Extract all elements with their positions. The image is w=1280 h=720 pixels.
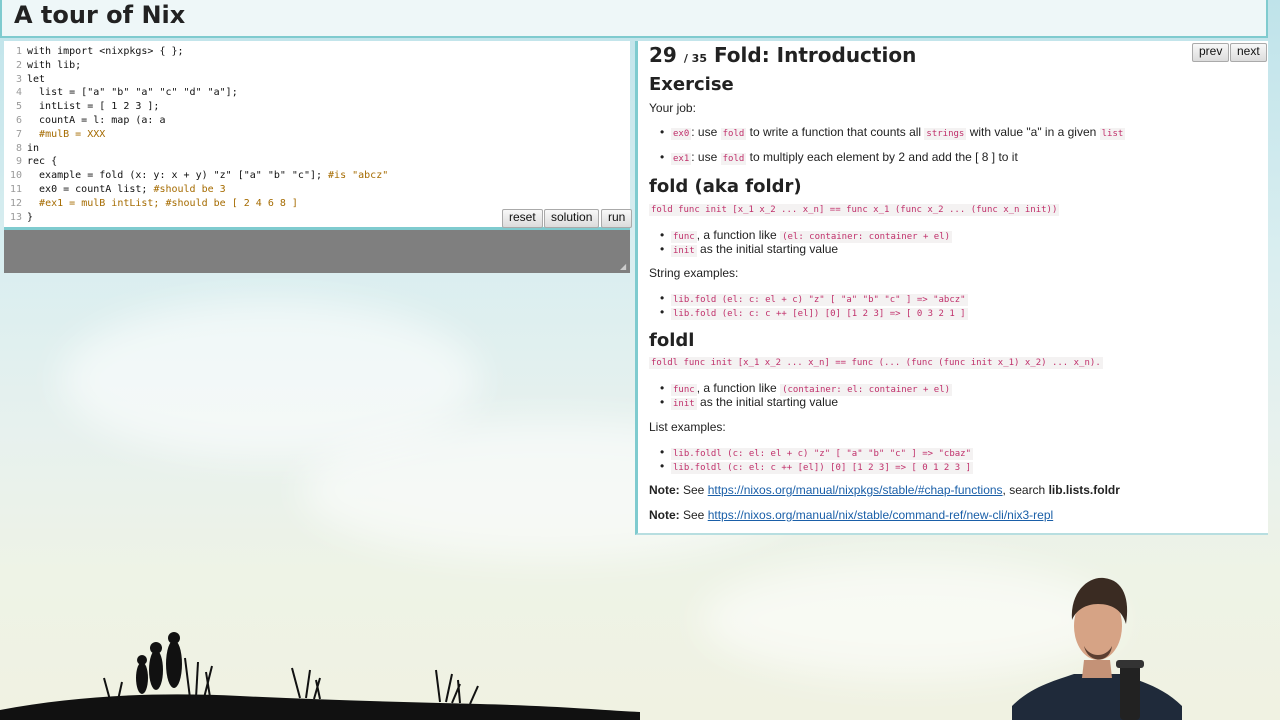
list-example-1: lib.foldl (c: el: el + c) "z" [ "a" "b" … <box>660 445 974 460</box>
string-example-2: lib.fold (el: c: c ++ [el]) [0] [1 2 3] … <box>660 305 968 320</box>
exercise-heading: Exercise <box>649 74 734 95</box>
code-text: with import <nixpkgs> { }; <box>27 46 184 57</box>
code-line[interactable]: 6 countA = l: map (a: a <box>4 114 166 128</box>
string-examples-label: String examples: <box>649 266 739 280</box>
resize-grip-icon[interactable]: ◢ <box>620 263 628 271</box>
code-text: in <box>27 142 40 154</box>
code-line[interactable]: 9 rec { <box>4 155 57 169</box>
code-text: #mulB = XXX <box>39 128 106 140</box>
code-line[interactable]: 10 example = fold (x: y: x + y) "z" ["a"… <box>4 169 388 183</box>
line-number: 13 <box>9 211 22 223</box>
exercise-item-ex0: ex0: use fold to write a function that c… <box>660 125 1126 140</box>
nix-repl-link[interactable]: https://nixos.org/manual/nix/stable/comm… <box>708 508 1053 522</box>
code-line[interactable]: 1 with import <nixpkgs> { }; <box>4 45 184 59</box>
line-number: 2 <box>15 59 22 71</box>
code-line[interactable]: 4 list = ["a" "b" "a" "c" "d" "a"]; <box>4 86 238 100</box>
foldl-init-item: init as the initial starting value <box>660 395 838 410</box>
code-line[interactable]: 2 with lib; <box>4 59 81 73</box>
your-job-text: Your job: <box>649 101 696 115</box>
code-text: intList = [ 1 2 3 ]; <box>27 101 160 113</box>
code-editor[interactable]: 1 with import <nixpkgs> { }; 2 with lib; 3 le… <box>4 41 633 230</box>
page-title: A tour of Nix <box>14 1 186 29</box>
run-button[interactable]: run <box>601 209 633 228</box>
code-line[interactable]: 12 #ex1 = mulB intList; #should be [ 2 4… <box>4 197 298 211</box>
reset-button[interactable]: reset <box>502 209 543 228</box>
code-text: countA = l: map (a: a <box>27 115 166 126</box>
foldl-heading: foldl <box>649 330 695 351</box>
code-line[interactable]: 11 ex0 = countA list; #should be 3 <box>4 183 226 197</box>
note-repl: Note: See https://nixos.org/manual/nix/s… <box>649 508 1054 522</box>
foldl-signature: foldl func init [x_1 x_2 ... x_n] == fun… <box>649 357 1103 369</box>
lesson-title: 29 / 35 Fold: Introduction <box>649 43 916 67</box>
prev-button[interactable]: prev <box>1192 43 1230 62</box>
code-line[interactable]: 13} <box>4 211 33 225</box>
fold-init-item: init as the initial starting value <box>660 242 838 257</box>
fold-signature: fold func init [x_1 x_2 ... x_n] == func… <box>649 204 1060 216</box>
line-number: 8 <box>15 142 22 154</box>
line-number: 3 <box>15 73 22 85</box>
code-text: } <box>27 211 34 223</box>
list-example-2: lib.foldl (c: el: c ++ [el]) [0] [1 2 3]… <box>660 459 974 474</box>
lesson-name: Fold: Introduction <box>713 43 917 67</box>
note-functions: Note: See https://nixos.org/manual/nixpk… <box>649 483 1120 497</box>
line-number: 7 <box>15 128 22 140</box>
line-number: 1 <box>15 46 22 57</box>
tutorial-panel: 29 / 35 Fold: Introduction prev next Exe… <box>635 41 1268 535</box>
code-line[interactable]: 5 intList = [ 1 2 3 ]; <box>4 100 159 114</box>
code-text: with lib; <box>27 59 82 71</box>
fold-func-item: func, a function like (el: container: co… <box>660 228 953 243</box>
code-text: rec { <box>27 156 58 168</box>
lesson-number: 29 <box>649 43 677 67</box>
fold-heading: fold (aka foldr) <box>649 176 802 197</box>
code-line[interactable]: 8 in <box>4 142 39 156</box>
exercise-item-ex1: ex1: use fold to multiply each element b… <box>660 150 1018 165</box>
line-number: 4 <box>15 87 22 99</box>
output-panel: ◢ <box>4 230 630 273</box>
line-number: 10 <box>9 170 22 182</box>
code-line[interactable]: 7 #mulB = XXX <box>4 128 105 142</box>
webcam-presenter-video <box>1012 577 1182 720</box>
code-text: example = fold (x: y: x + y) "z" ["a" "b… <box>27 170 389 182</box>
list-examples-label: List examples: <box>649 420 726 434</box>
nixpkgs-functions-link[interactable]: https://nixos.org/manual/nixpkgs/stable/… <box>708 483 1003 497</box>
line-number: 12 <box>9 197 22 209</box>
code-line[interactable]: 3 let <box>4 73 45 87</box>
code-text: ex0 = countA list; #should be 3 <box>27 184 226 195</box>
string-example-1: lib.fold (el: c: el + c) "z" [ "a" "b" "… <box>660 291 968 306</box>
foldl-func-item: func, a function like (container: el: co… <box>660 381 953 396</box>
solution-button[interactable]: solution <box>544 209 600 228</box>
code-text: list = ["a" "b" "a" "c" "d" "a"]; <box>27 87 238 99</box>
lesson-total: / 35 <box>683 52 707 65</box>
next-button[interactable]: next <box>1230 43 1267 62</box>
meerkat-silhouette-illustration <box>0 632 640 720</box>
code-text: let <box>27 73 46 85</box>
line-number: 9 <box>15 156 22 168</box>
line-number: 6 <box>15 115 22 126</box>
line-number: 11 <box>9 184 22 195</box>
page-header: A tour of Nix <box>0 0 1268 38</box>
line-number: 5 <box>15 101 22 113</box>
code-text: #ex1 = mulB intList; #should be [ 2 4 6 … <box>39 197 298 209</box>
